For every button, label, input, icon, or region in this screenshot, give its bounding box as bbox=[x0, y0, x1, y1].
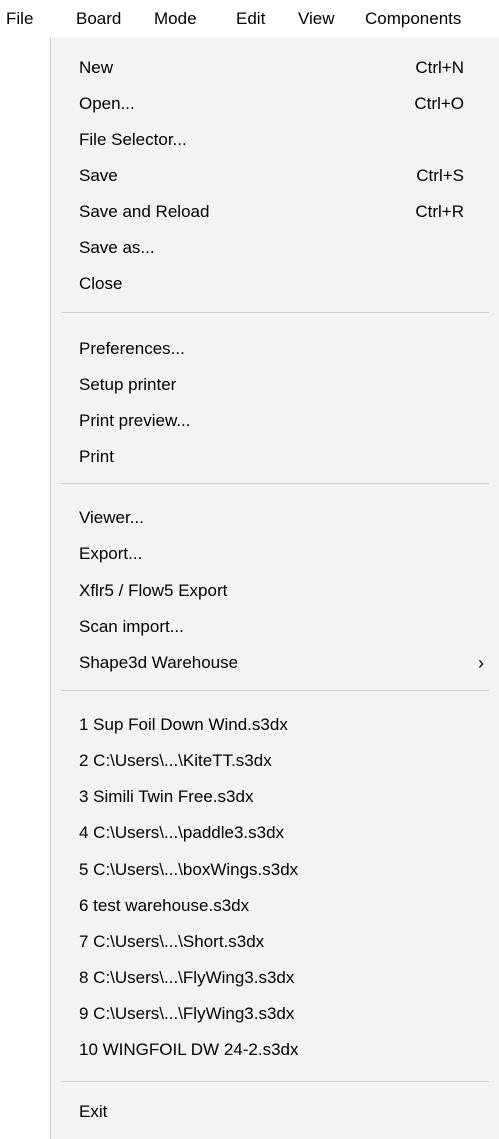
menu-item-label: Save bbox=[79, 166, 118, 185]
recent-file-label: 5 C:\Users\...\boxWings.s3dx bbox=[79, 860, 299, 879]
recent-file-label: 2 C:\Users\...\KiteTT.s3dx bbox=[79, 751, 272, 770]
recent-file-item[interactable]: 1 Sup Foil Down Wind.s3dx bbox=[51, 707, 499, 743]
menu-item-shortcut: Ctrl+R bbox=[415, 202, 464, 221]
menu-item-label: File Selector... bbox=[79, 130, 187, 149]
menu-item-label: Setup printer bbox=[79, 375, 177, 394]
menu-view[interactable]: View bbox=[298, 0, 335, 37]
menu-item-label: Open... bbox=[79, 94, 135, 113]
file-menu-dropdown: New Ctrl+N Open... Ctrl+O File Selector.… bbox=[50, 37, 499, 1139]
menu-edit[interactable]: Edit bbox=[236, 0, 265, 37]
recent-file-item[interactable]: 3 Simili Twin Free.s3dx bbox=[51, 779, 499, 815]
menu-item-print[interactable]: Print bbox=[51, 439, 499, 475]
menu-item-label: Xflr5 / Flow5 Export bbox=[79, 581, 228, 600]
menu-item-save[interactable]: Save Ctrl+S bbox=[51, 158, 499, 194]
menu-item-label: Scan import... bbox=[79, 617, 184, 636]
menu-item-label: Save and Reload bbox=[79, 202, 210, 221]
menu-board[interactable]: Board bbox=[76, 0, 121, 37]
menu-item-xflr5-flow5-export[interactable]: Xflr5 / Flow5 Export bbox=[51, 573, 499, 609]
recent-file-item[interactable]: 7 C:\Users\...\Short.s3dx bbox=[51, 924, 499, 960]
recent-file-item[interactable]: 10 WINGFOIL DW 24-2.s3dx bbox=[51, 1032, 499, 1068]
menu-item-shortcut: Ctrl+O bbox=[414, 94, 464, 113]
recent-file-label: 9 C:\Users\...\FlyWing3.s3dx bbox=[79, 1004, 295, 1023]
menu-item-label: Print bbox=[79, 447, 114, 466]
menu-item-print-preview[interactable]: Print preview... bbox=[51, 403, 499, 439]
menu-file[interactable]: File bbox=[6, 0, 33, 37]
recent-file-item[interactable]: 5 C:\Users\...\boxWings.s3dx bbox=[51, 852, 499, 888]
recent-file-label: 10 WINGFOIL DW 24-2.s3dx bbox=[79, 1040, 299, 1059]
recent-file-label: 8 C:\Users\...\FlyWing3.s3dx bbox=[79, 968, 295, 987]
menu-item-close[interactable]: Close bbox=[51, 266, 499, 302]
recent-file-label: 7 C:\Users\...\Short.s3dx bbox=[79, 932, 265, 951]
recent-file-label: 3 Simili Twin Free.s3dx bbox=[79, 787, 254, 806]
menu-separator bbox=[61, 690, 489, 691]
menu-separator bbox=[61, 312, 489, 313]
menu-item-shortcut: Ctrl+N bbox=[415, 58, 464, 77]
menu-item-save-as[interactable]: Save as... bbox=[51, 230, 499, 266]
menu-item-label: Save as... bbox=[79, 238, 155, 257]
menu-item-label: Exit bbox=[79, 1102, 108, 1121]
menu-item-shortcut: Ctrl+S bbox=[416, 166, 464, 185]
menu-item-label: Print preview... bbox=[79, 411, 191, 430]
recent-file-item[interactable]: 2 C:\Users\...\KiteTT.s3dx bbox=[51, 743, 499, 779]
menu-item-exit[interactable]: Exit bbox=[51, 1094, 499, 1130]
menu-item-label: Shape3d Warehouse bbox=[79, 653, 239, 672]
recent-file-item[interactable]: 4 C:\Users\...\paddle3.s3dx bbox=[51, 815, 499, 851]
recent-file-item[interactable]: 8 C:\Users\...\FlyWing3.s3dx bbox=[51, 960, 499, 996]
menu-item-label: Close bbox=[79, 274, 123, 293]
menu-item-new[interactable]: New Ctrl+N bbox=[51, 50, 499, 86]
menu-mode[interactable]: Mode bbox=[154, 0, 197, 37]
menu-item-label: Export... bbox=[79, 544, 143, 563]
recent-file-label: 1 Sup Foil Down Wind.s3dx bbox=[79, 715, 288, 734]
menu-item-save-and-reload[interactable]: Save and Reload Ctrl+R bbox=[51, 194, 499, 230]
menu-item-file-selector[interactable]: File Selector... bbox=[51, 122, 499, 158]
recent-file-item[interactable]: 9 C:\Users\...\FlyWing3.s3dx bbox=[51, 996, 499, 1032]
menu-bar: File Board Mode Edit View Components bbox=[0, 0, 499, 37]
menu-item-viewer[interactable]: Viewer... bbox=[51, 500, 499, 536]
menu-item-open[interactable]: Open... Ctrl+O bbox=[51, 86, 499, 122]
menu-item-scan-import[interactable]: Scan import... bbox=[51, 609, 499, 645]
recent-file-label: 4 C:\Users\...\paddle3.s3dx bbox=[79, 823, 285, 842]
menu-components[interactable]: Components bbox=[365, 0, 461, 37]
recent-file-label: 6 test warehouse.s3dx bbox=[79, 896, 250, 915]
menu-item-export[interactable]: Export... bbox=[51, 536, 499, 572]
menu-separator bbox=[61, 483, 489, 484]
chevron-right-icon: › bbox=[478, 653, 484, 673]
menu-item-preferences[interactable]: Preferences... bbox=[51, 331, 499, 367]
menu-item-label: Preferences... bbox=[79, 339, 185, 358]
menu-item-setup-printer[interactable]: Setup printer bbox=[51, 367, 499, 403]
menu-separator bbox=[61, 1081, 489, 1082]
menu-item-shape3d-warehouse[interactable]: Shape3d Warehouse › bbox=[51, 645, 499, 681]
recent-file-item[interactable]: 6 test warehouse.s3dx bbox=[51, 888, 499, 924]
menu-item-label: Viewer... bbox=[79, 508, 144, 527]
menu-item-label: New bbox=[79, 58, 114, 77]
